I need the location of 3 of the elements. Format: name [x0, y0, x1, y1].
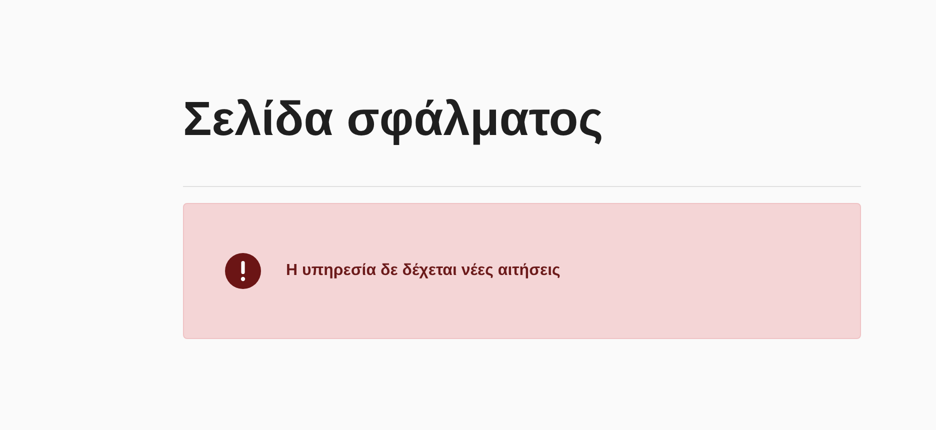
alert-message: Η υπηρεσία δε δέχεται νέες αιτήσεις — [286, 261, 560, 281]
page-title: Σελίδα σφάλματος — [183, 92, 604, 148]
exclamation-icon — [225, 253, 261, 289]
